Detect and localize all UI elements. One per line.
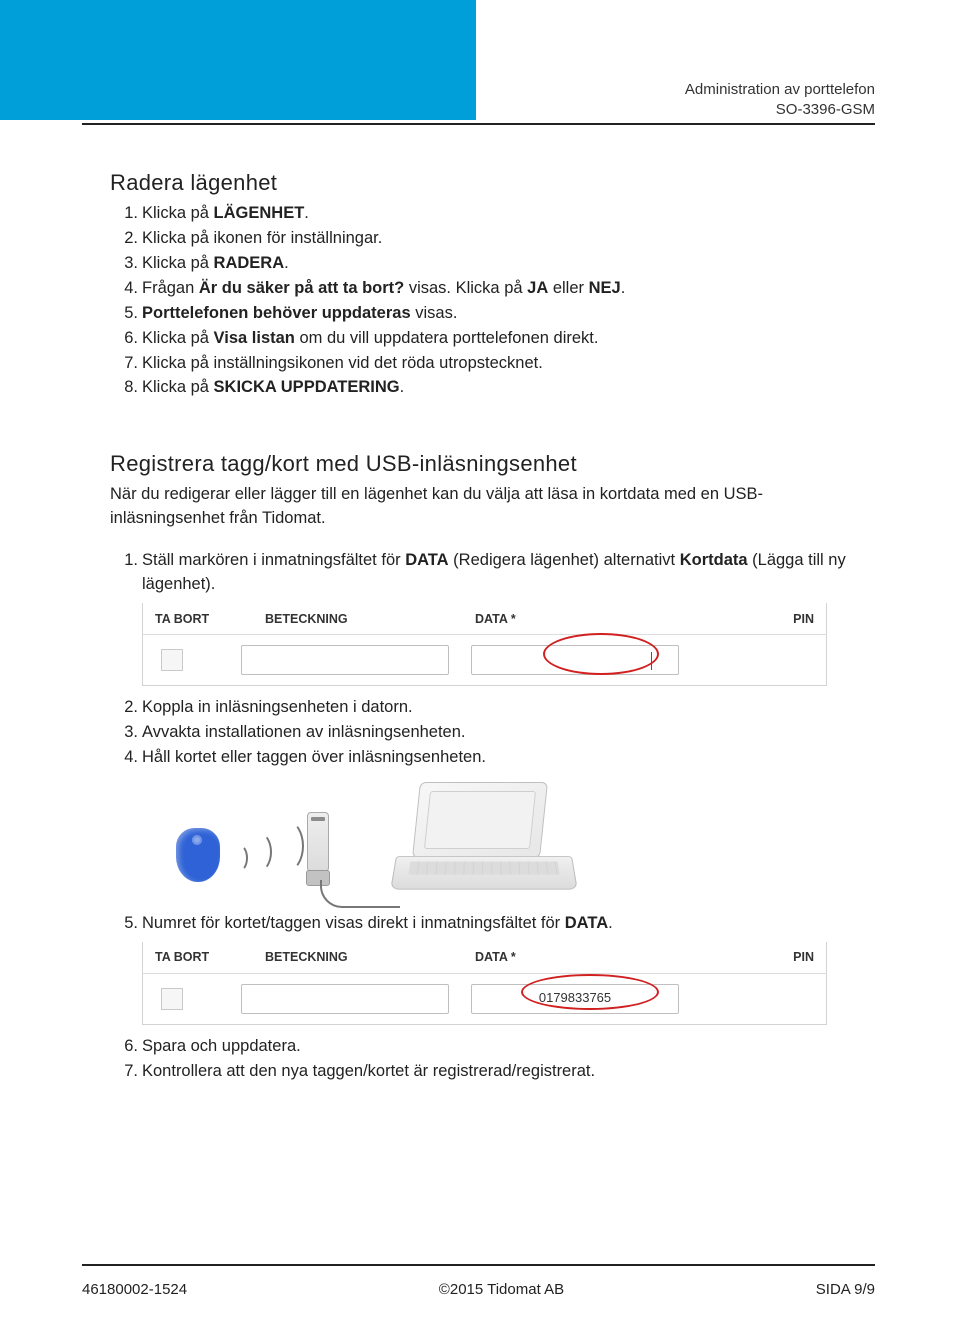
page-header: Administration av porttelefon SO-3396-GS… [685, 80, 875, 121]
s1-step3: 3.Klicka på RADERA. [142, 252, 870, 276]
content-area: Radera lägenhet 1.Klicka på LÄGENHET. 2.… [110, 170, 870, 1085]
laptop-icon [392, 782, 572, 902]
ui-screenshot-empty: TA BORT BETECKNING DATA * PIN [142, 603, 827, 686]
col-tabort: TA BORT [155, 948, 265, 966]
col-beteckning: BETECKNING [265, 610, 475, 628]
rfid-tag-icon [176, 828, 220, 882]
footer-left: 46180002-1524 [82, 1281, 187, 1298]
col-pin: PIN [725, 948, 814, 966]
s2-step3: 3.Avvakta installationen av inläsningsen… [142, 721, 870, 745]
s1-step8: 8.Klicka på SKICKA UPPDATERING. [142, 376, 870, 400]
col-data: DATA * [475, 948, 725, 966]
s2-step2: 2.Koppla in inläsningsenheten i datorn. [142, 696, 870, 720]
s2-step5: 5.Numret för kortet/taggen visas direkt … [142, 912, 870, 1025]
s2-step4: 4.Håll kortet eller taggen över inläsnin… [142, 746, 870, 906]
section2-intro: När du redigerar eller lägger till en lä… [110, 483, 870, 531]
s2-step7: 7.Kontrollera att den nya taggen/kortet … [142, 1060, 870, 1084]
beteckning-field [241, 984, 449, 1014]
s1-step5: 5.Porttelefonen behöver uppdateras visas… [142, 302, 870, 326]
rule-top [82, 123, 875, 125]
header-line1: Administration av porttelefon [685, 80, 875, 100]
page-footer: 46180002-1524 ©2015 Tidomat AB SIDA 9/9 [82, 1281, 875, 1298]
row-checkbox [161, 649, 183, 671]
usb-cable-icon [320, 880, 400, 908]
signal-waves-icon [230, 832, 302, 880]
ui-screenshot-filled: TA BORT BETECKNING DATA * PIN 0179833765 [142, 942, 827, 1025]
s1-step6: 6.Klicka på Visa listan om du vill uppda… [142, 327, 870, 351]
s2-step6: 6.Spara och uppdatera. [142, 1035, 870, 1059]
col-beteckning: BETECKNING [265, 948, 475, 966]
section2-steps: 1.Ställ markören i inmatningsfältet för … [110, 549, 870, 1083]
footer-center: ©2015 Tidomat AB [439, 1281, 564, 1298]
section1-steps: 1.Klicka på LÄGENHET. 2.Klicka på ikonen… [110, 202, 870, 400]
s1-step2: 2.Klicka på ikonen för inställningar. [142, 227, 870, 251]
s1-step7: 7.Klicka på inställningsikonen vid det r… [142, 352, 870, 376]
s2-step1: 1.Ställ markören i inmatningsfältet för … [142, 549, 870, 686]
col-data: DATA * [475, 610, 725, 628]
brand-color-block [0, 0, 476, 120]
col-pin: PIN [725, 610, 814, 628]
s1-step4: 4.Frågan Är du säker på att ta bort? vis… [142, 277, 870, 301]
rule-bottom [82, 1264, 875, 1266]
text-caret-icon [651, 652, 652, 670]
row-checkbox [161, 988, 183, 1010]
beteckning-field [241, 645, 449, 675]
usb-reader-icon [307, 812, 330, 886]
usb-reader-illustration [172, 776, 572, 906]
data-field-empty [471, 645, 679, 675]
footer-right: SIDA 9/9 [816, 1281, 875, 1298]
document-page: Administration av porttelefon SO-3396-GS… [0, 0, 960, 1328]
col-tabort: TA BORT [155, 610, 265, 628]
s1-step1: 1.Klicka på LÄGENHET. [142, 202, 870, 226]
section2-title: Registrera tagg/kort med USB-inläsningse… [110, 451, 870, 477]
header-line2: SO-3396-GSM [685, 100, 875, 120]
data-field-filled: 0179833765 [471, 984, 679, 1014]
section1-title: Radera lägenhet [110, 170, 870, 196]
